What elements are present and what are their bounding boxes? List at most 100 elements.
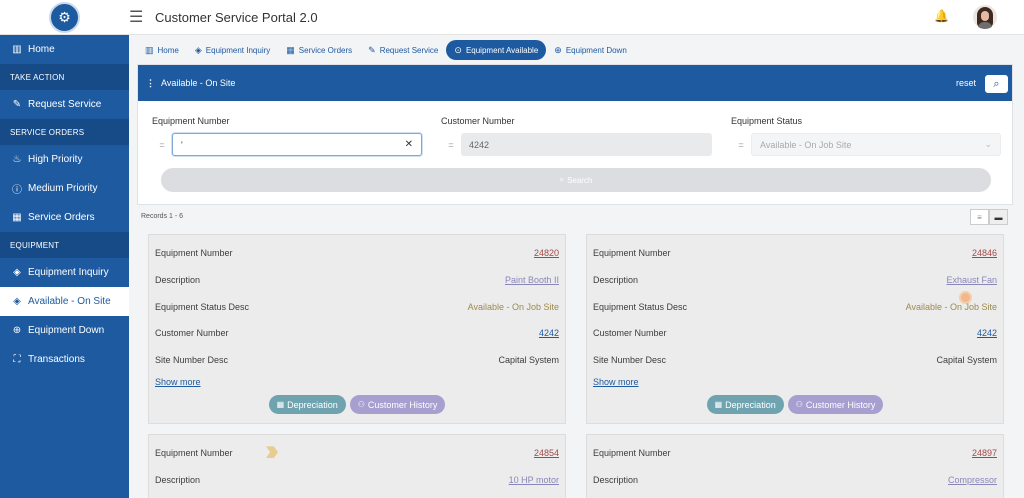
- company-logo-icon[interactable]: ⚙: [49, 1, 80, 33]
- card-row-equipment-number: Equipment Number 24846: [593, 246, 997, 260]
- tab-equipment-available[interactable]: ⊙ Equipment Available: [446, 40, 547, 60]
- equipment-card: Equipment Number 24897 Description Compress…: [586, 434, 1004, 498]
- sidebar-item-equipment-inquiry[interactable]: ◈ Equipment Inquiry: [0, 258, 129, 287]
- sidebar-item-label: Equipment Down: [28, 325, 105, 336]
- fire-icon: ♨: [12, 154, 22, 165]
- card-row-equipment-number: Equipment Number 24897: [593, 446, 997, 460]
- sidebar-item-service-orders[interactable]: ▦ Service Orders: [0, 203, 129, 232]
- operator-label: =: [738, 139, 744, 150]
- equipment-card: Equipment Number 24820 Description Paint Bo…: [148, 234, 566, 424]
- sidebar-item-request-service[interactable]: ✎ Request Service: [0, 90, 129, 119]
- equipment-status-field: = Available - On Job Site ⌄: [731, 133, 1001, 156]
- sidebar-section-header: SERVICE ORDERS: [0, 119, 129, 145]
- sidebar-section-header: TAKE ACTION: [0, 64, 129, 90]
- equipment-status-select[interactable]: Available - On Job Site ⌄: [751, 133, 1001, 156]
- view-toggle: ≡ ▬: [970, 209, 1008, 225]
- tab-equipment-down[interactable]: ⊕ Equipment Down: [546, 40, 634, 60]
- tab-bar: ▥ Home ◈ Equipment Inquiry ▦ Service Orders ✎ R…: [137, 39, 1013, 61]
- panel-header: ⋮ Available - On Site reset ⌕: [138, 65, 1012, 101]
- button-label: Depreciation: [287, 399, 338, 410]
- cursor-indicator: [959, 291, 972, 304]
- customer-history-button[interactable]: ⚇ Customer History: [349, 395, 446, 414]
- card-row-equipment-number: Equipment Number 24820: [155, 246, 559, 260]
- depreciation-button[interactable]: ▦ Depreciation: [268, 395, 346, 414]
- arrow-circle-down-icon: ⊕: [12, 325, 22, 336]
- customer-history-button[interactable]: ⚇ Customer History: [787, 395, 884, 414]
- sidebar-item-label: Transactions: [28, 354, 85, 365]
- tab-home[interactable]: ▥ Home: [137, 40, 187, 60]
- card-field-value[interactable]: 24854: [534, 448, 559, 458]
- reset-button[interactable]: reset: [956, 78, 976, 88]
- customer-number-label: Customer Number: [441, 116, 515, 126]
- sidebar-item-home[interactable]: ▥ Home: [0, 35, 129, 64]
- card-field-value[interactable]: 4242: [977, 328, 997, 338]
- notification-bell-icon[interactable]: 🔔: [934, 9, 949, 23]
- card-field-value[interactable]: 10 HP motor: [509, 475, 559, 485]
- card-row-description: Description Exhaust Fan: [593, 273, 997, 287]
- sidebar-item-available-on-site[interactable]: ◈ Available - On Site: [0, 287, 129, 316]
- card-field-value[interactable]: Compressor: [948, 475, 997, 485]
- header-search-button[interactable]: ⌕: [985, 75, 1008, 93]
- card-row-status: Equipment Status Desc Available - On Job …: [155, 300, 559, 314]
- kebab-menu-icon[interactable]: ⋮: [146, 78, 155, 89]
- card-field-value[interactable]: 24846: [972, 248, 997, 258]
- card-view-icon[interactable]: ▬: [989, 209, 1008, 225]
- sidebar-item-label: Equipment Inquiry: [28, 267, 109, 278]
- tab-service-orders[interactable]: ▦ Service Orders: [278, 40, 360, 60]
- card-row-site: Site Number Desc Capital System: [155, 353, 559, 367]
- equipment-card: Equipment Number 24854 Description 10 HP mo…: [148, 434, 566, 498]
- sidebar-item-equipment-down[interactable]: ⊕ Equipment Down: [0, 316, 129, 345]
- card-field-value[interactable]: 24820: [534, 248, 559, 258]
- card-field-value[interactable]: Exhaust Fan: [946, 275, 997, 285]
- list-view-icon[interactable]: ≡: [970, 209, 989, 225]
- tab-equipment-inquiry[interactable]: ◈ Equipment Inquiry: [187, 40, 278, 60]
- sidebar-item-label: Request Service: [28, 99, 102, 110]
- search-button[interactable]: ⌕ Search: [161, 168, 991, 192]
- users-icon: ⚇: [357, 400, 365, 409]
- show-more-link[interactable]: Show more: [155, 377, 201, 387]
- equipment-number-input[interactable]: ' ✕: [172, 133, 422, 156]
- card-row-customer: Customer Number 4242: [593, 326, 997, 340]
- card-row-status: Equipment Status Desc Available - On Job …: [593, 300, 997, 314]
- sidebar-item-high-priority[interactable]: ♨ High Priority: [0, 145, 129, 174]
- tab-request-service[interactable]: ✎ Request Service: [360, 40, 446, 60]
- tab-label: Equipment Down: [565, 45, 627, 55]
- arrow-circle-down-icon: ⊕: [554, 44, 562, 55]
- tab-label: Service Orders: [298, 45, 353, 55]
- search-icon: ⌕: [559, 175, 565, 184]
- sidebar-item-transactions[interactable]: ⛶ Transactions: [0, 345, 129, 374]
- customer-number-input[interactable]: 4242: [461, 133, 712, 156]
- card-field-label: Equipment Status Desc: [155, 302, 250, 312]
- equipment-status-label: Equipment Status: [731, 116, 803, 126]
- depreciation-button[interactable]: ▦ Depreciation: [706, 395, 784, 414]
- clear-icon[interactable]: ✕: [405, 139, 413, 150]
- show-more-link[interactable]: Show more: [593, 377, 639, 387]
- card-field-value[interactable]: 24897: [972, 448, 997, 458]
- card-field-label: Description: [155, 475, 201, 485]
- card-actions: ▦ Depreciation ⚇ Customer History: [587, 395, 1003, 414]
- button-label: Depreciation: [725, 399, 776, 410]
- card-field-label: Description: [593, 475, 639, 485]
- card-field-value[interactable]: Paint Booth II: [505, 275, 559, 285]
- card-row-equipment-number: Equipment Number 24854: [155, 446, 559, 460]
- equipment-card: Equipment Number 24846 Description Exhaust …: [586, 234, 1004, 424]
- bar-chart-icon: ▥: [145, 44, 154, 55]
- user-avatar[interactable]: [973, 5, 997, 29]
- logo-area: ⚙: [0, 0, 129, 35]
- decorative-chevrons-icon: ›››: [265, 434, 279, 467]
- panel-title: Available - On Site: [161, 78, 236, 88]
- info-icon: ⓘ: [12, 185, 22, 196]
- card-field-label: Equipment Number: [593, 248, 671, 258]
- sidebar-item-medium-priority[interactable]: ⓘ Medium Priority: [0, 174, 129, 203]
- sidebar-item-label: High Priority: [28, 154, 83, 165]
- menu-toggle-icon[interactable]: ☰: [129, 7, 147, 27]
- sidebar: ▥ Home TAKE ACTION ✎ Request Service SERVICE …: [0, 35, 129, 498]
- grid-icon: ▦: [286, 44, 295, 55]
- card-field-value[interactable]: 4242: [539, 328, 559, 338]
- sidebar-item-label: Home: [28, 44, 55, 55]
- filter-panel: ⋮ Available - On Site reset ⌕ Equipment …: [137, 64, 1013, 205]
- operator-label: =: [448, 139, 454, 150]
- tab-label: Home: [157, 45, 179, 55]
- sidebar-item-label: Medium Priority: [28, 183, 98, 194]
- card-field-label: Site Number Desc: [155, 355, 229, 365]
